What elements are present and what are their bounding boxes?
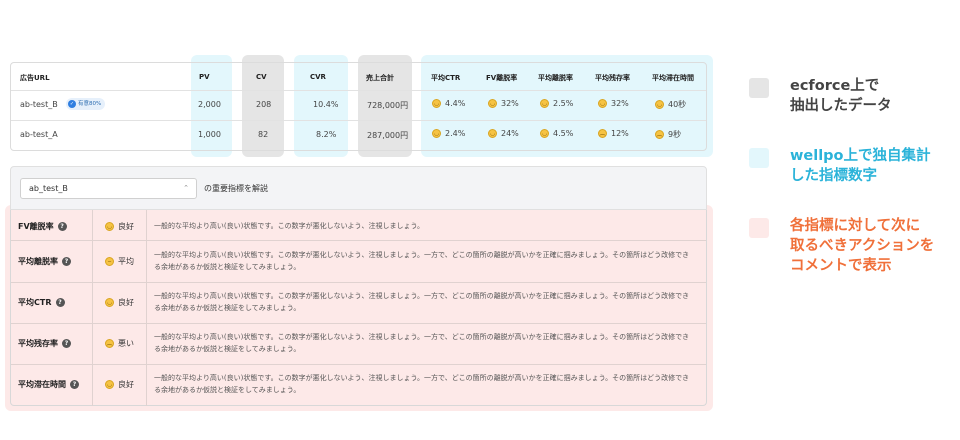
smile-icon: ◡ xyxy=(488,129,497,138)
cell-ctr: ◡ 2.4% xyxy=(432,129,466,138)
column-header-cv: CV xyxy=(256,73,267,81)
cell-sales: 287,000円 xyxy=(367,131,409,140)
legend-text-comment: 各指標に対して次に 取るべきアクションを コメントで表示 xyxy=(790,218,935,274)
smile-icon: ◡ xyxy=(105,222,114,231)
indicator-status: ◡ 良好 xyxy=(105,222,134,231)
row-divider xyxy=(11,323,706,324)
column-header-remain: 平均残存率 xyxy=(595,74,630,82)
indicator-comment: 一般的な平均より高い(良い)状態です。この数字が悪化しないよう、注視しましょう。 xyxy=(154,222,425,230)
help-icon[interactable]: ? xyxy=(70,380,79,389)
legend-swatch-comment xyxy=(749,218,769,238)
legend-swatch-ecforce xyxy=(749,78,769,98)
column-header-ctr: 平均CTR xyxy=(431,74,461,82)
indicator-status: ‒ 平均 xyxy=(105,256,134,267)
indicator-name: 平均残存率? xyxy=(18,338,71,349)
cell-cv: 208 xyxy=(256,100,272,109)
column-header-stay: 平均滞在時間 xyxy=(652,74,694,82)
cell-pv: 1,000 xyxy=(198,130,221,139)
cell-pv: 2,000 xyxy=(198,100,221,109)
cell-stay: ◡ 40秒 xyxy=(655,100,687,109)
cell-fv: ◡ 32% xyxy=(488,99,519,108)
indicator-status: ︵ 悪い xyxy=(105,339,134,348)
indicator-comment: 一般的な平均より高い(良い)状態です。この数字が悪化しないよう、注視しましょう。… xyxy=(154,333,690,353)
column-header-sales: 売上合計 xyxy=(366,74,394,82)
smile-icon: ◡ xyxy=(432,129,441,138)
sad-icon: ︵ xyxy=(598,129,607,138)
row-url[interactable]: ab-test_B xyxy=(20,100,58,109)
indicator-name: FV離脱率? xyxy=(18,221,67,232)
selector-description: の重要指標を解説 xyxy=(204,184,268,193)
table-divider xyxy=(11,120,706,121)
legend-text-ecforce: ecforce上で 抽出したデータ xyxy=(790,78,892,114)
legend-text-wellpo: wellpo上で独自集計 した指標数字 xyxy=(790,148,931,184)
column-header-pv: PV xyxy=(199,73,210,81)
column-header-exit: 平均離脱率 xyxy=(538,74,573,82)
cell-cvr: 10.4% xyxy=(313,100,339,109)
row-divider xyxy=(11,364,706,365)
cell-exit: ◡ 2.5% xyxy=(540,99,574,108)
indicator-status: ◡ 良好 xyxy=(105,298,134,307)
help-icon[interactable]: ? xyxy=(57,222,67,231)
column-header-url: 広告URL xyxy=(20,74,50,82)
column-header-cvr: CVR xyxy=(310,73,326,81)
help-icon[interactable]: ? xyxy=(62,339,71,348)
neutral-icon: ‒ xyxy=(105,257,114,266)
cell-remain: ◡ 32% xyxy=(598,99,629,108)
cell-cvr: 8.2% xyxy=(316,130,337,139)
cell-exit: ◡ 4.5% xyxy=(540,129,574,138)
significance-badge: ✓ 有意80% xyxy=(66,98,106,110)
cell-ctr: ◡ 4.4% xyxy=(432,99,466,108)
row-divider xyxy=(11,240,706,241)
cell-fv: ◡ 24% xyxy=(488,129,519,138)
smile-icon: ◡ xyxy=(540,129,549,138)
cell-sales: 728,000円 xyxy=(367,101,409,110)
table-divider xyxy=(11,90,706,91)
cell-cv: 82 xyxy=(258,130,269,139)
indicator-comment: 一般的な平均より高い(良い)状態です。この数字が悪化しないよう、注視しましょう。… xyxy=(154,374,690,394)
indicator-comment: 一般的な平均より高い(良い)状態です。この数字が悪化しないよう、注視しましょう。… xyxy=(154,292,690,312)
smile-icon: ◡ xyxy=(105,298,114,307)
row-divider xyxy=(11,282,706,283)
smile-icon: ◡ xyxy=(488,99,497,108)
smile-icon: ◡ xyxy=(655,100,664,109)
cell-stay: ︵ 9秒 xyxy=(655,130,682,139)
indicator-name: 平均離脱率? xyxy=(18,256,71,267)
legend-swatch-wellpo xyxy=(749,148,769,168)
smile-icon: ◡ xyxy=(105,380,114,389)
indicator-name: 平均滞在時間? xyxy=(18,379,79,390)
indicator-comment: 一般的な平均より高い(良い)状態です。この数字が悪化しないよう、注視しましょう。… xyxy=(154,251,690,271)
chevron-updown-icon: ⌃ xyxy=(183,184,189,192)
smile-icon: ◡ xyxy=(540,99,549,108)
help-icon[interactable]: ? xyxy=(55,298,65,307)
sad-icon: ︵ xyxy=(105,339,114,348)
row-url[interactable]: ab-test_A xyxy=(20,130,58,139)
check-icon: ✓ xyxy=(68,99,76,108)
indicator-name: 平均CTR? xyxy=(18,297,65,308)
indicator-status: ◡ 良好 xyxy=(105,380,134,389)
cell-remain: ︵ 12% xyxy=(598,129,629,138)
column-header-fv: FV離脱率 xyxy=(486,74,518,82)
help-icon[interactable]: ? xyxy=(62,257,71,266)
smile-icon: ◡ xyxy=(432,99,441,108)
sad-icon: ︵ xyxy=(655,130,664,139)
ab-test-select[interactable]: ab_test_B ⌃ xyxy=(20,178,197,199)
smile-icon: ◡ xyxy=(598,99,607,108)
